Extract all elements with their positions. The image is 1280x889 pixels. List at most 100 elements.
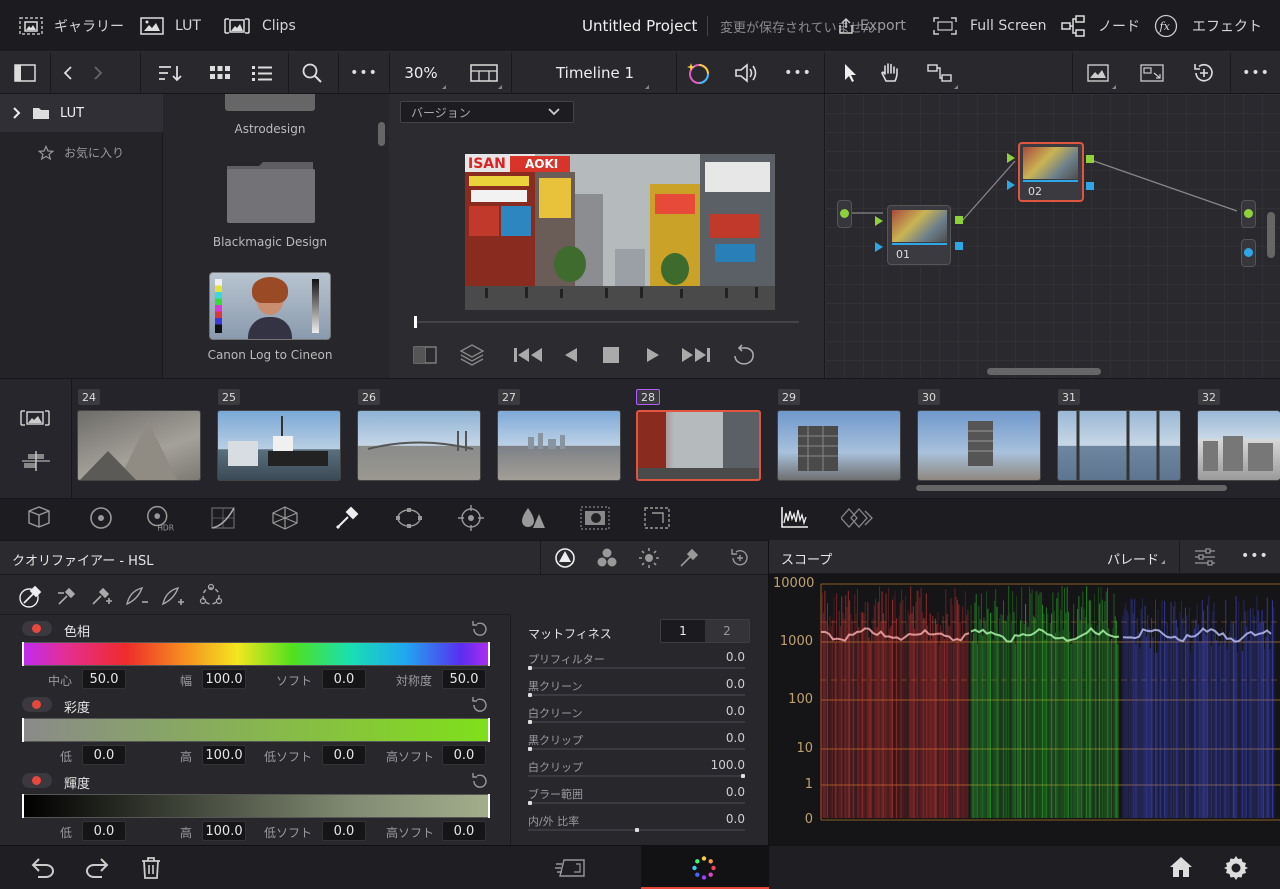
sat-reset-button[interactable] bbox=[470, 695, 490, 715]
timeline-select[interactable]: Timeline 1 bbox=[515, 52, 675, 94]
node2-alpha-out[interactable] bbox=[1086, 182, 1094, 190]
scope-more-button[interactable]: ••• bbox=[1241, 548, 1269, 564]
clip-thumbnail-31[interactable] bbox=[1057, 410, 1181, 481]
hue-enable-toggle[interactable] bbox=[22, 621, 52, 636]
scrubber-track[interactable] bbox=[414, 321, 799, 323]
split-view-button[interactable] bbox=[413, 346, 437, 364]
sat-enable-toggle[interactable] bbox=[22, 697, 52, 712]
feather-minus-tool[interactable] bbox=[124, 585, 150, 607]
version-select[interactable]: バージョン bbox=[400, 101, 574, 123]
node-button[interactable]: ノード bbox=[1060, 0, 1140, 52]
list-view-button[interactable] bbox=[242, 52, 282, 94]
lut-thumb-canon-log[interactable] bbox=[209, 272, 331, 340]
node1-alpha-in[interactable] bbox=[875, 242, 883, 252]
key-tool[interactable] bbox=[578, 503, 612, 533]
hue-center-input[interactable]: 50.0 bbox=[82, 669, 126, 689]
matte-param-slider[interactable] bbox=[528, 694, 745, 696]
node-more-button[interactable]: ••• bbox=[1234, 52, 1278, 94]
scope-mode-select[interactable]: パレード bbox=[1107, 549, 1159, 568]
luma-mode-button[interactable] bbox=[638, 547, 660, 569]
viewer-more-button[interactable]: ••• bbox=[776, 52, 820, 94]
matte-param-handle[interactable] bbox=[528, 720, 532, 724]
clip-thumbnail-32[interactable] bbox=[1197, 410, 1280, 481]
clip-thumbnail-26[interactable] bbox=[357, 410, 481, 481]
clips-scrollbar[interactable] bbox=[916, 485, 1227, 491]
clips-button[interactable]: Clips bbox=[222, 0, 296, 52]
hue-range-slider[interactable] bbox=[22, 642, 490, 666]
picker-tool[interactable] bbox=[18, 583, 44, 609]
rgb-mode-button[interactable] bbox=[596, 547, 618, 569]
first-frame-button[interactable] bbox=[513, 346, 545, 364]
hue-sym-input[interactable]: 50.0 bbox=[442, 669, 486, 689]
toggle-sidebar-button[interactable] bbox=[0, 52, 50, 94]
clip-thumbnail-27[interactable] bbox=[497, 410, 621, 481]
node-layout-button[interactable] bbox=[918, 52, 962, 94]
keyframes-tool[interactable] bbox=[840, 503, 874, 533]
3d-mode-button[interactable] bbox=[678, 547, 700, 569]
matte-param-slider[interactable] bbox=[528, 721, 745, 723]
grid-view-button[interactable] bbox=[200, 52, 240, 94]
lum-enable-toggle[interactable] bbox=[22, 773, 52, 788]
matte-param-value[interactable]: 0.0 bbox=[685, 812, 745, 826]
auto-color-button[interactable] bbox=[678, 52, 718, 94]
sat-lsoft-input[interactable]: 0.0 bbox=[322, 745, 366, 765]
hue-reset-button[interactable] bbox=[470, 619, 490, 639]
edit-page-button[interactable] bbox=[554, 856, 588, 880]
lum-low-input[interactable]: 0.0 bbox=[82, 821, 126, 841]
layers-button[interactable] bbox=[459, 343, 485, 367]
effects-button[interactable]: fx エフェクト bbox=[1154, 0, 1262, 52]
window-tool[interactable] bbox=[392, 503, 426, 533]
folder-thumb-astrodesign[interactable] bbox=[225, 94, 315, 111]
blur-tool[interactable] bbox=[516, 503, 550, 533]
hue-soft-input[interactable]: 0.0 bbox=[322, 669, 366, 689]
pointer-tool[interactable] bbox=[832, 52, 868, 94]
matte-param-handle[interactable] bbox=[528, 693, 532, 697]
favorites-item[interactable]: お気に入り bbox=[38, 144, 124, 161]
hue-width-input[interactable]: 100.0 bbox=[202, 669, 246, 689]
node-output-alpha[interactable] bbox=[1241, 239, 1256, 267]
matte-param-slider[interactable] bbox=[528, 748, 745, 750]
forward-button[interactable] bbox=[86, 52, 110, 94]
hue-low-handle[interactable] bbox=[22, 642, 24, 666]
lum-high-handle[interactable] bbox=[488, 794, 490, 818]
lut-root-folder[interactable]: LUT bbox=[0, 94, 163, 132]
matte-param-value[interactable]: 100.0 bbox=[685, 758, 745, 772]
gallery-button[interactable]: ギャラリー bbox=[18, 0, 124, 52]
matte-param-handle[interactable] bbox=[741, 774, 745, 778]
home-button[interactable] bbox=[1168, 855, 1194, 879]
undo-button[interactable] bbox=[30, 856, 56, 878]
node1-alpha-out[interactable] bbox=[955, 242, 963, 250]
back-button[interactable] bbox=[56, 52, 80, 94]
scope-settings-button[interactable] bbox=[1193, 546, 1217, 568]
node1-rgb-in[interactable] bbox=[875, 216, 883, 226]
matte-param-slider[interactable] bbox=[528, 802, 745, 804]
timeline-toggle[interactable] bbox=[20, 450, 52, 472]
node2-rgb-in[interactable] bbox=[1007, 153, 1015, 163]
clips-view-toggle[interactable] bbox=[18, 407, 52, 429]
matte-param-value[interactable]: 0.0 bbox=[685, 785, 745, 799]
lum-high-input[interactable]: 100.0 bbox=[202, 821, 246, 841]
media-more-button[interactable]: ••• bbox=[344, 52, 384, 94]
qualifier-tool[interactable] bbox=[330, 503, 364, 533]
matte-param-slider[interactable] bbox=[528, 667, 745, 669]
hsl-mode-button[interactable] bbox=[554, 547, 576, 569]
sat-low-handle[interactable] bbox=[22, 718, 24, 742]
sat-high-handle[interactable] bbox=[488, 718, 490, 742]
media-scrollbar[interactable] bbox=[378, 122, 385, 146]
play-button[interactable] bbox=[645, 346, 661, 364]
audio-button[interactable] bbox=[724, 52, 768, 94]
viewer-frame[interactable]: ISAN AOKI bbox=[465, 154, 775, 310]
export-button[interactable]: Export bbox=[836, 0, 906, 52]
color-match-tool[interactable] bbox=[84, 503, 118, 533]
curves-tool[interactable] bbox=[206, 503, 240, 533]
matte-param-handle[interactable] bbox=[635, 828, 639, 832]
sat-high-input[interactable]: 100.0 bbox=[202, 745, 246, 765]
lum-hsoft-input[interactable]: 0.0 bbox=[442, 821, 486, 841]
node2-alpha-in[interactable] bbox=[1007, 180, 1015, 190]
sat-low-input[interactable]: 0.0 bbox=[82, 745, 126, 765]
reverse-play-button[interactable] bbox=[563, 346, 579, 364]
node2-rgb-out[interactable] bbox=[1086, 155, 1094, 163]
loop-button[interactable] bbox=[730, 343, 758, 365]
matte-param-value[interactable]: 0.0 bbox=[685, 650, 745, 664]
matte-tab-1[interactable]: 1 bbox=[661, 620, 705, 642]
